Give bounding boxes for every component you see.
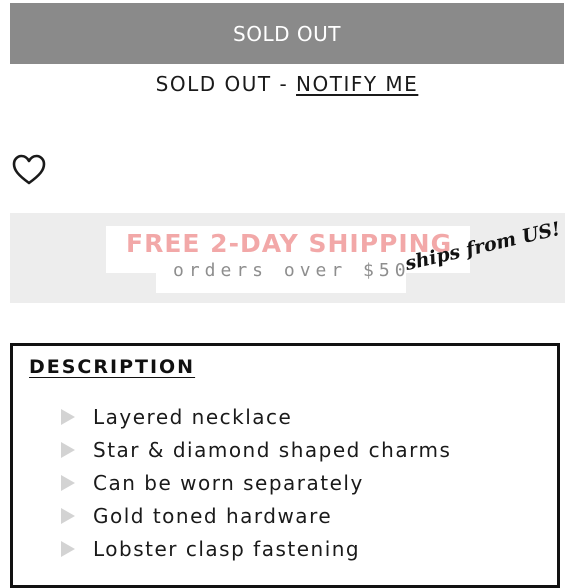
list-item-text: Gold toned hardware [93,503,333,528]
list-item-text: Can be worn separately [93,470,364,495]
description-list: Layered necklace Star & diamond shaped c… [61,400,451,565]
heart-outline-icon[interactable] [11,152,47,188]
bullet-triangle-icon [61,474,75,491]
list-item-text: Star & diamond shaped charms [93,437,452,462]
list-item: Gold toned hardware [61,499,451,532]
description-box: DESCRIPTION Layered necklace Star & diam… [10,343,560,588]
notify-me-link[interactable]: NOTIFY ME [296,72,418,96]
list-item: Can be worn separately [61,466,451,499]
notify-line: SOLD OUT - NOTIFY ME [0,72,574,96]
list-item-text: Layered necklace [93,404,293,429]
bullet-triangle-icon [61,507,75,524]
promo-subtitle: orders over $50 [173,260,411,281]
sold-out-button[interactable]: SOLD OUT [10,3,564,64]
bullet-triangle-icon [61,441,75,458]
sold-out-text: SOLD OUT - [155,72,297,96]
shipping-promo-banner: FREE 2-DAY SHIPPING orders over $50 ship… [10,213,565,303]
list-item: Lobster clasp fastening [61,532,451,565]
list-item: Star & diamond shaped charms [61,433,451,466]
bullet-triangle-icon [61,408,75,425]
list-item-text: Lobster clasp fastening [93,536,361,561]
bullet-triangle-icon [61,540,75,557]
list-item: Layered necklace [61,400,451,433]
description-title: DESCRIPTION [29,356,196,378]
